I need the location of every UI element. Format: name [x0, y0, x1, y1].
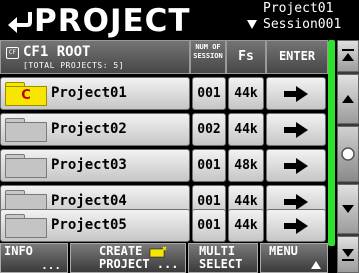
enter-header: ENTER: [266, 40, 328, 74]
session-count: 001: [197, 86, 221, 101]
create-project-button[interactable]: CREATE PROJECT ...: [70, 243, 186, 273]
fs-cell: 44k: [228, 209, 264, 242]
session-count: 001: [197, 158, 221, 173]
fs-label: Fs: [238, 49, 254, 64]
enter-button[interactable]: [266, 209, 326, 242]
session-count: 002: [197, 122, 221, 137]
num-of-session-text: NUM OF SESSION: [193, 43, 223, 60]
total-projects-label: [TOTAL PROJECTS: 5]: [23, 61, 125, 70]
enter-arrow-icon: [284, 218, 308, 234]
sample-rate: 48k: [234, 158, 258, 173]
fs-cell: 48k: [228, 149, 264, 182]
back-arrow-icon[interactable]: [6, 6, 36, 36]
menu-triangle-icon: [311, 261, 321, 269]
scroll-down-icon: [342, 205, 354, 213]
project-name: Project05: [51, 217, 127, 233]
header-bar: PROJECT Project01 Session001: [0, 0, 341, 40]
sample-rate: 44k: [234, 194, 258, 209]
num-of-session-header: NUM OF SESSION: [190, 40, 226, 74]
scroll-top-icon: [342, 49, 354, 61]
project-row[interactable]: Project05 001 44k: [0, 208, 328, 244]
folder-icon: [5, 214, 47, 238]
enter-button[interactable]: [266, 113, 326, 146]
info-label: INFO: [4, 244, 33, 258]
session-count-cell: 002: [192, 113, 226, 146]
project-name: Project02: [51, 121, 127, 137]
project-name: Project01: [51, 85, 127, 101]
project-row[interactable]: Project02 002 44k: [0, 112, 328, 148]
create-label-line2: PROJECT ...: [99, 257, 179, 271]
scroll-top-button[interactable]: [337, 40, 359, 72]
project-row[interactable]: C Project01 001 44k: [0, 76, 328, 112]
project-name-cell[interactable]: Project02: [0, 113, 190, 146]
project-name-cell[interactable]: Project05: [0, 209, 190, 242]
multi-select-button[interactable]: MULTI SELECT: [188, 243, 258, 273]
enter-label: ENTER: [278, 49, 316, 63]
sample-rate: 44k: [234, 86, 258, 101]
fs-header: Fs: [226, 40, 266, 74]
session-count: 001: [197, 194, 221, 209]
scroll-bottom-button[interactable]: [337, 236, 359, 273]
num-of-session-label: NUM OF SESSION: [191, 43, 225, 61]
folder-icon: [5, 154, 47, 178]
current-project-name: Project01: [263, 1, 334, 16]
dropdown-triangle-icon: [245, 10, 259, 32]
scroll-position-bar[interactable]: [328, 40, 335, 246]
session-count-cell: 001: [192, 149, 226, 182]
session-count: 001: [197, 218, 221, 233]
enter-arrow-icon: [284, 122, 308, 138]
project-name-cell[interactable]: C Project01: [0, 77, 190, 110]
scroll-knob-icon: [341, 147, 355, 161]
menu-label: MENU: [269, 244, 298, 258]
project-name: Project03: [51, 157, 127, 173]
info-button[interactable]: INFO ...: [0, 243, 68, 273]
scroll-up-button[interactable]: [337, 74, 359, 124]
current-session-name: Session001: [263, 17, 342, 32]
root-folder-header: CF CF1 ROOT [TOTAL PROJECTS: 5]: [0, 40, 190, 74]
screen-title: PROJECT: [34, 3, 191, 39]
enter-button[interactable]: [266, 77, 326, 110]
scroll-up-icon: [342, 95, 354, 103]
root-label: CF1 ROOT: [23, 44, 91, 60]
scroll-down-button[interactable]: [337, 184, 359, 234]
scroll-bottom-icon: [342, 249, 354, 261]
sample-rate: 44k: [234, 218, 258, 233]
project-name: Project04: [51, 193, 127, 209]
project-screen: PROJECT Project01 Session001 CF CF1 ROOT…: [0, 0, 359, 273]
info-ellipsis: ...: [41, 259, 61, 272]
session-count-cell: 001: [192, 209, 226, 242]
project-row[interactable]: Project03 001 48k: [0, 148, 328, 184]
scroll-knob[interactable]: [337, 126, 359, 182]
session-count-cell: 001: [192, 77, 226, 110]
select-label: SELECT: [199, 257, 243, 271]
folder-icon: [5, 118, 47, 142]
enter-button[interactable]: [266, 149, 326, 182]
cf-card-icon: CF: [6, 47, 19, 59]
enter-arrow-icon: [284, 86, 308, 102]
folder-icon: C: [5, 82, 47, 106]
list-header: CF CF1 ROOT [TOTAL PROJECTS: 5] NUM OF S…: [0, 40, 328, 74]
menu-button[interactable]: MENU: [260, 243, 328, 273]
current-project-mark: C: [21, 88, 31, 103]
fs-cell: 44k: [228, 113, 264, 146]
enter-arrow-icon: [284, 158, 308, 174]
project-name-cell[interactable]: Project03: [0, 149, 190, 182]
fs-cell: 44k: [228, 77, 264, 110]
sample-rate: 44k: [234, 122, 258, 137]
